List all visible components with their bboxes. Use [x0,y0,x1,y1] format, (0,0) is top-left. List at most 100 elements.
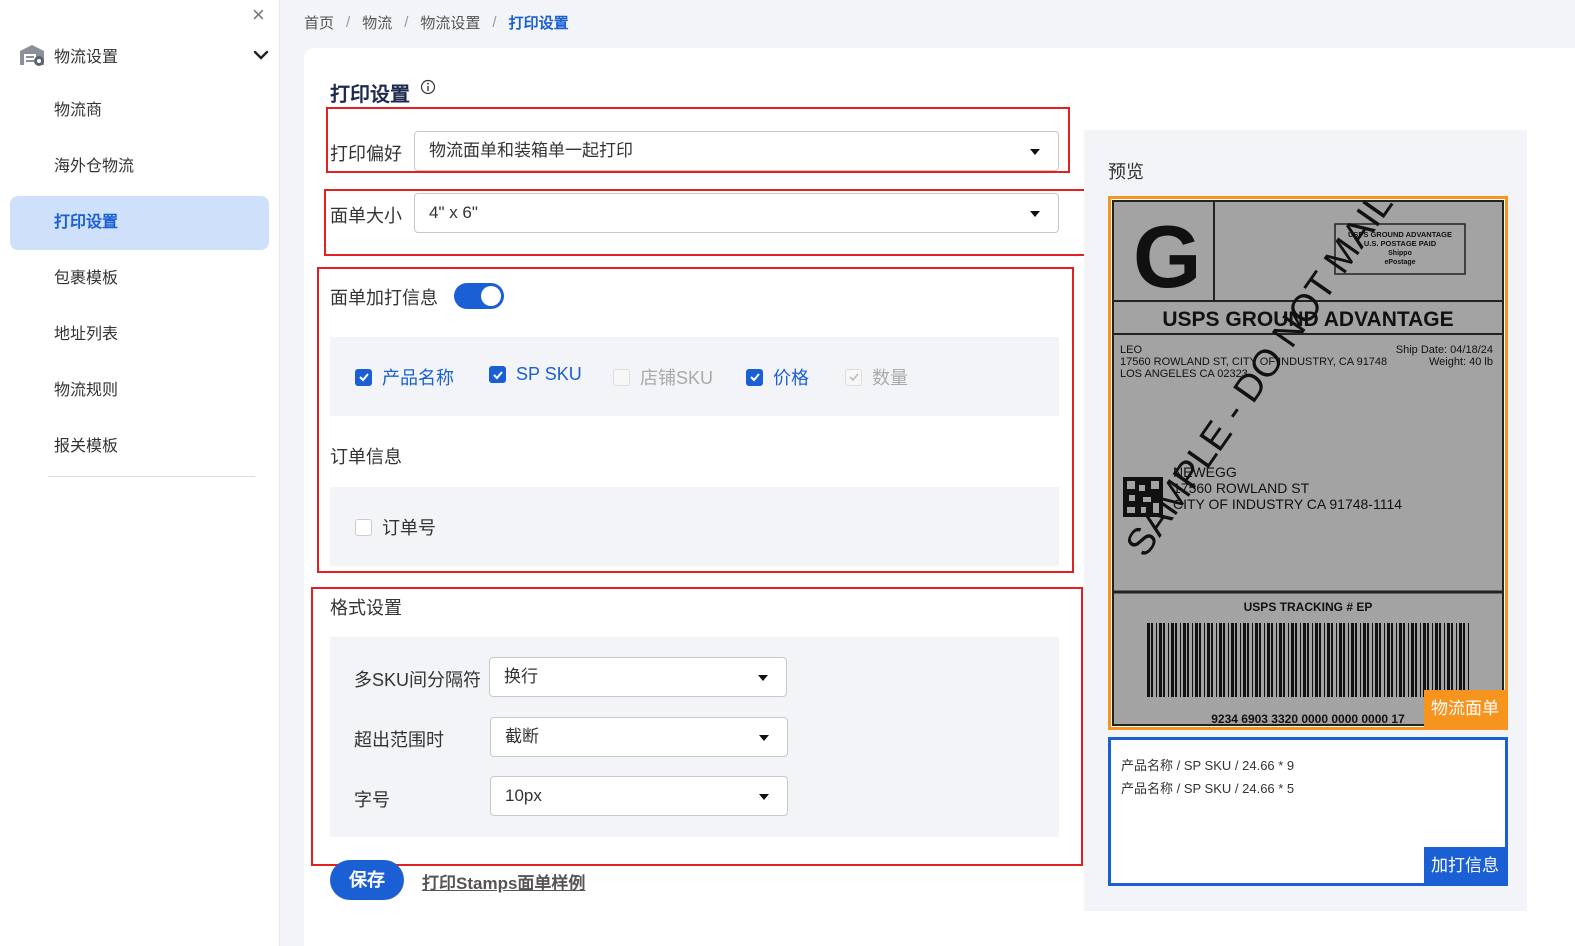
barcode-bar [1432,623,1433,697]
barcode-bar [1411,623,1414,697]
barcode-bar [1207,623,1210,697]
caret-down-icon [759,794,769,800]
caret-down-icon [1030,149,1040,155]
checkbox-label: SP SKU [516,364,582,384]
label-size-value: 4" x 6" [429,203,478,222]
barcode-bar [1439,623,1441,697]
sidebar-group-logistics-settings[interactable]: 物流设置 [18,40,274,70]
barcode-bar [1264,623,1265,697]
checkbox-label: 价格 [773,368,809,388]
preview-title: 预览 [1108,162,1144,182]
print-preference-select[interactable]: 物流面单和装箱单一起打印 [414,131,1059,171]
to-line: CITY OF INDUSTRY CA 91748-1114 [1173,496,1402,512]
barcode-bar [1199,623,1201,697]
breadcrumb-separator: / [346,14,351,31]
sidebar-item-carriers[interactable]: 物流商 [10,84,269,138]
barcode-bar [1204,623,1205,697]
barcode-bar [1343,623,1345,697]
barcode-bar [1211,623,1213,697]
checkbox-quantity: 数量 [845,364,908,390]
checkbox-label: 订单号 [382,518,436,538]
save-button[interactable]: 保存 [330,860,404,900]
info-icon[interactable] [420,79,436,95]
barcode-bar [1423,623,1426,697]
barcode-bar [1276,623,1277,697]
barcode-bar [1396,623,1397,697]
checkbox-unchecked-icon [613,368,630,386]
barcode-bar [1240,623,1241,697]
extra-info-label: 面单加打信息 [330,288,438,308]
barcode-bar [1183,623,1186,697]
checkbox-checked-icon [489,366,506,383]
barcode-bar [1324,623,1325,697]
barcode [1147,623,1469,697]
tracking-number: 9234 6903 3320 0000 0000 0000 17 [1211,712,1405,726]
label-size-select[interactable]: 4" x 6" [414,193,1059,233]
font-size-select[interactable]: 10px [490,776,788,816]
breadcrumb-separator: / [404,14,409,31]
caret-down-icon [758,675,768,681]
from-line: LEO [1120,344,1142,356]
barcode-bar [1444,623,1445,697]
barcode-bar [1351,623,1354,697]
checkbox-checked-icon [746,368,763,386]
barcode-bar [1247,623,1249,697]
barcode-bar [1387,623,1390,697]
barcode-bar [1456,623,1457,697]
sidebar-item-package-templates[interactable]: 包裹模板 [10,252,269,306]
sidebar-item-address-list[interactable]: 地址列表 [10,308,269,362]
order-info-options-panel [330,487,1059,566]
extra-info-line: 产品名称 / SP SKU / 24.66 * 9 [1121,758,1295,773]
barcode-bar [1331,623,1333,697]
checkbox-sp-sku[interactable]: SP SKU [489,364,582,385]
barcode-bar [1307,623,1309,697]
extra-info-line: 产品名称 / SP SKU / 24.66 * 5 [1121,781,1295,796]
barcode-bar [1420,623,1421,697]
breadcrumb-home[interactable]: 首页 [304,12,334,33]
barcode-bar [1348,623,1349,697]
postage-line: Shippo [1388,250,1412,257]
barcode-bar [1363,623,1366,697]
print-sample-link[interactable]: 打印Stamps面单样例 [422,869,585,894]
checkbox-product-name[interactable]: 产品名称 [355,364,454,390]
sidebar-item-print-settings[interactable]: 打印设置 [10,196,269,250]
barcode-bar [1295,623,1297,697]
tracking-title: USPS TRACKING # EP [1244,600,1373,614]
breadcrumb-logistics[interactable]: 物流 [362,12,392,33]
breadcrumb-current: 打印设置 [508,15,569,32]
checkbox-store-sku: 店铺SKU [613,364,713,390]
sidebar-divider [48,476,255,477]
overflow-value: 截断 [505,727,539,746]
checkbox-label: 店铺SKU [640,368,714,388]
barcode-bar [1459,623,1462,697]
barcode-bar [1267,623,1270,697]
barcode-bar [1151,623,1153,697]
sidebar-item-customs-templates[interactable]: 报关模板 [10,420,269,474]
barcode-bar [1216,623,1217,697]
barcode-bar [1451,623,1453,697]
extra-info-toggle[interactable] [454,283,504,309]
checkbox-order-number[interactable]: 订单号 [355,514,436,540]
barcode-bar [1375,623,1378,697]
barcode-bar [1228,623,1229,697]
barcode-bar [1288,623,1289,697]
overflow-select[interactable]: 截断 [490,717,788,757]
extra-info-tag: 加打信息 [1424,847,1506,885]
barcode-bar [1336,623,1337,697]
sidebar: × 物流设置 物流商 海外仓物流 打印设置 包裹模板 地址列表 物流规则 报关模… [0,0,280,946]
sidebar-item-overseas-warehouse[interactable]: 海外仓物流 [10,140,269,194]
postage-line: ePostage [1384,259,1415,266]
chevron-down-icon[interactable] [252,46,270,64]
barcode-bar [1415,623,1417,697]
barcode-bar [1291,623,1294,697]
sidebar-item-logistics-rules[interactable]: 物流规则 [10,364,269,418]
caret-down-icon [1030,211,1040,217]
breadcrumb-logistics-settings[interactable]: 物流设置 [420,12,480,33]
checkbox-price[interactable]: 价格 [746,364,809,390]
overflow-label: 超出范围时 [354,730,444,750]
separator-select[interactable]: 换行 [489,657,787,697]
barcode-bar [1279,623,1282,697]
toggle-knob [481,286,501,306]
close-icon[interactable]: × [252,2,265,28]
separator-value: 换行 [504,667,538,686]
